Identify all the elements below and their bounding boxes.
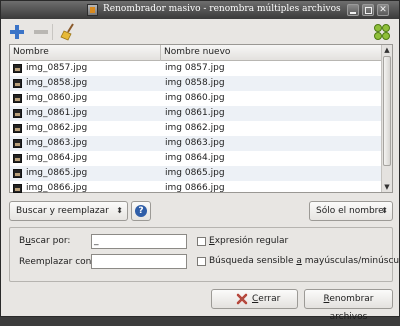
maximize-button[interactable] (362, 4, 374, 16)
list-scrollbar[interactable]: ▲ ▼ (381, 45, 392, 192)
scope-select-value: Sólo el nombre (316, 206, 384, 216)
minimize-button[interactable] (347, 4, 359, 16)
new-name-cell: img 0865.jpg (165, 168, 225, 178)
table-row[interactable]: img_0858.jpg img 0858.jpg (10, 76, 382, 91)
column-header-new-name[interactable]: Nombre nuevo (161, 45, 382, 61)
extensions-icon (374, 24, 390, 40)
help-button[interactable]: ? (131, 201, 151, 221)
file-name-cell: img_0860.jpg (26, 93, 88, 103)
replace-input[interactable] (91, 254, 187, 269)
replace-label: Reemplazar con: (19, 257, 95, 267)
new-name-cell: img 0861.jpg (165, 108, 225, 118)
broom-icon (60, 23, 74, 41)
scope-select[interactable]: Sólo el nombre ⬍ (309, 201, 393, 221)
file-name-cell: img_0866.jpg (26, 183, 88, 193)
app-icon (87, 4, 98, 16)
table-row[interactable]: img_0864.jpg img 0864.jpg (10, 151, 382, 166)
rename-files-button[interactable]: Renombrar archivos (304, 289, 393, 322)
file-name-cell: img_0863.jpg (26, 138, 88, 148)
image-thumbnail-icon (13, 154, 22, 163)
add-icon (10, 25, 24, 39)
new-name-cell: img 0857.jpg (165, 63, 225, 73)
list-rows: img_0857.jpg img 0857.jpg img_0858.jpg img … (10, 61, 382, 196)
scroll-up-icon[interactable]: ▲ (383, 46, 391, 54)
list-header: Nombre Nombre nuevo (10, 45, 382, 61)
image-thumbnail-icon (13, 139, 22, 148)
search-label: Buscar por: (19, 236, 71, 246)
add-files-button[interactable] (7, 22, 27, 42)
scrollbar-thumb[interactable] (383, 56, 391, 166)
image-thumbnail-icon (13, 124, 22, 133)
mode-select-value: Buscar y reemplazar (16, 206, 109, 216)
table-row[interactable]: img_0865.jpg img 0865.jpg (10, 166, 382, 181)
image-thumbnail-icon (13, 79, 22, 88)
close-icon (236, 293, 248, 305)
image-thumbnail-icon (13, 109, 22, 118)
file-name-cell: img_0865.jpg (26, 168, 88, 178)
new-name-cell: img 0862.jpg (165, 123, 225, 133)
table-row[interactable]: img_0866.jpg img 0866.jpg (10, 181, 382, 196)
file-list[interactable]: Nombre Nombre nuevo img_0857.jpg img 0857… (9, 44, 393, 193)
updown-arrows-icon: ⬍ (381, 206, 388, 215)
updown-arrows-icon: ⬍ (116, 206, 123, 215)
table-row[interactable]: img_0857.jpg img 0857.jpg (10, 61, 382, 76)
column-header-name[interactable]: Nombre (10, 45, 161, 61)
file-name-cell: img_0862.jpg (26, 123, 88, 133)
clear-list-button[interactable] (59, 22, 79, 42)
remove-files-button[interactable] (31, 22, 51, 42)
table-row[interactable]: img_0863.jpg img 0863.jpg (10, 136, 382, 151)
table-row[interactable]: img_0860.jpg img 0860.jpg (10, 91, 382, 106)
new-name-cell: img 0858.jpg (165, 78, 225, 88)
case-sensitive-label[interactable]: Búsqueda sensible a mayúsculas/minúscula… (209, 256, 400, 266)
image-thumbnail-icon (13, 94, 22, 103)
remove-icon (34, 30, 48, 34)
case-sensitive-checkbox[interactable] (197, 257, 206, 266)
toolbar-separator (52, 24, 53, 40)
mode-select[interactable]: Buscar y reemplazar ⬍ (9, 201, 128, 221)
regex-checkbox[interactable] (197, 237, 206, 246)
new-name-cell: img 0864.jpg (165, 153, 225, 163)
image-thumbnail-icon (13, 64, 22, 73)
close-button-label: Cerrar (252, 294, 281, 304)
image-thumbnail-icon (13, 184, 22, 193)
search-input[interactable]: _ (91, 234, 187, 249)
file-name-cell: img_0861.jpg (26, 108, 88, 118)
new-name-cell: img 0866.jpg (165, 183, 225, 193)
table-row[interactable]: img_0862.jpg img 0862.jpg (10, 121, 382, 136)
file-name-cell: img_0858.jpg (26, 78, 88, 88)
toolbar (1, 19, 399, 45)
help-icon: ? (135, 205, 147, 217)
rename-window: Renombrador masivo - renombra múltiples … (0, 0, 400, 322)
new-name-cell: img 0863.jpg (165, 138, 225, 148)
regex-label[interactable]: Expresión regular (209, 236, 288, 246)
file-name-cell: img_0857.jpg (26, 63, 88, 73)
file-name-cell: img_0864.jpg (26, 153, 88, 163)
window-title: Renombrador masivo - renombra múltiples … (103, 4, 341, 14)
rename-button-label: Renombrar archivos (323, 294, 374, 322)
search-replace-frame: Buscar por: _ Reemplazar con: Expresión … (9, 227, 400, 282)
extensions-button[interactable] (372, 22, 392, 42)
new-name-cell: img 0860.jpg (165, 93, 225, 103)
close-window-button[interactable]: ✕ (377, 4, 389, 16)
close-button[interactable]: Cerrar (211, 289, 298, 309)
table-row[interactable]: img_0861.jpg img 0861.jpg (10, 106, 382, 121)
title-bar[interactable]: Renombrador masivo - renombra múltiples … (1, 1, 399, 19)
image-thumbnail-icon (13, 169, 22, 178)
scroll-down-icon[interactable]: ▼ (383, 183, 391, 191)
